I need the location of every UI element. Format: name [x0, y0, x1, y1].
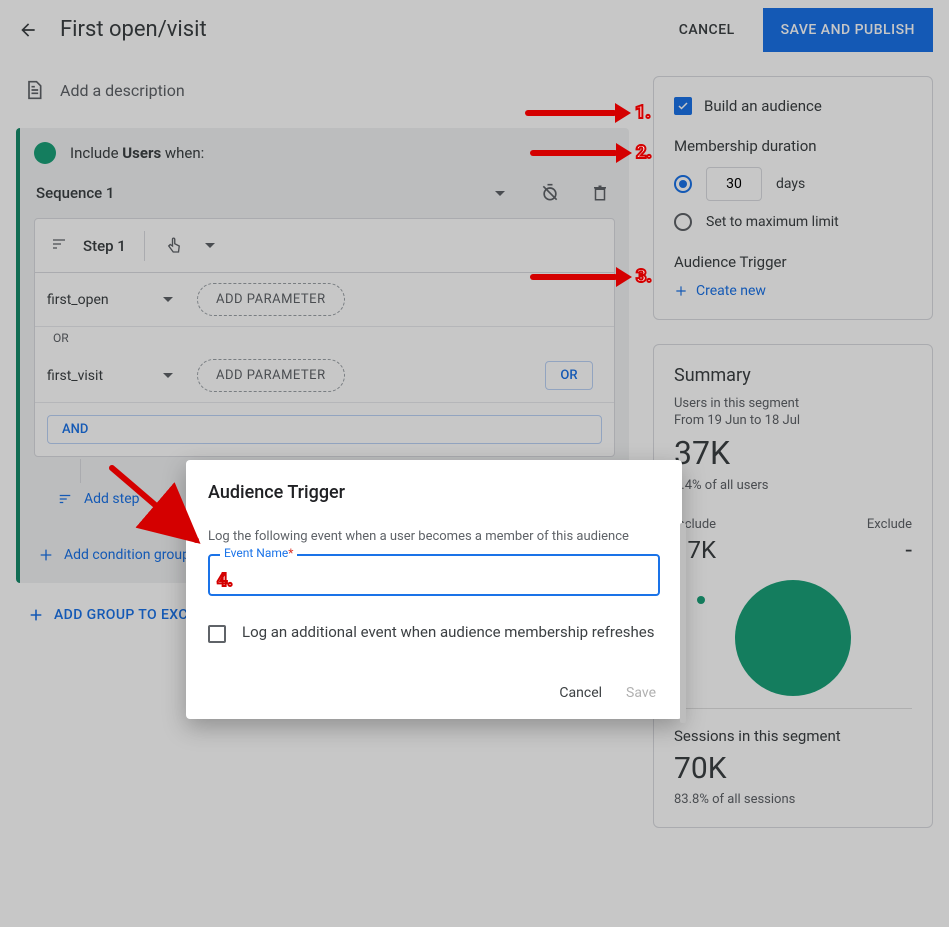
- save-publish-button[interactable]: SAVE AND PUBLISH: [763, 8, 933, 52]
- summary-users-pct: 1.4% of all users: [674, 478, 912, 493]
- event-name-field[interactable]: Event Name*: [208, 554, 660, 596]
- description-placeholder: Add a description: [60, 81, 185, 100]
- sessions-label: Sessions in this segment: [674, 727, 912, 745]
- build-audience-label: Build an audience: [704, 97, 822, 115]
- required-asterisk: *: [288, 546, 293, 560]
- audience-trigger-dialog: Audience Trigger Log the following event…: [186, 460, 682, 719]
- include-label: Include Users when:: [70, 144, 204, 162]
- plus-icon: [38, 547, 54, 563]
- summary-card: Summary Users in this segment From 19 Ju…: [653, 344, 933, 828]
- dialog-title: Audience Trigger: [208, 482, 660, 503]
- sequence-title: Sequence 1: [36, 184, 114, 202]
- dialog-cancel-button[interactable]: Cancel: [559, 685, 602, 701]
- cancel-button[interactable]: CANCEL: [663, 14, 751, 46]
- dialog-save-button[interactable]: Save: [626, 685, 656, 701]
- event-selector[interactable]: first_visit: [35, 358, 185, 394]
- check-icon: [677, 100, 689, 112]
- touch-icon[interactable]: [163, 235, 185, 257]
- log-refresh-label: Log an additional event when audience me…: [242, 622, 655, 643]
- exclude-label: Exclude: [867, 517, 912, 532]
- or-button[interactable]: OR: [545, 361, 592, 390]
- duration-days-input[interactable]: [706, 167, 762, 201]
- back-arrow-icon[interactable]: [16, 18, 40, 42]
- add-parameter-button[interactable]: ADD PARAMETER: [197, 359, 345, 392]
- event-name-input[interactable]: [210, 556, 658, 594]
- summary-users-value: 37K: [674, 434, 912, 472]
- dialog-hint: Log the following event when a user beco…: [208, 529, 660, 544]
- delete-icon[interactable]: [589, 182, 611, 204]
- summary-users-label: Users in this segment: [674, 396, 912, 411]
- duration-max-radio[interactable]: [674, 213, 692, 231]
- top-bar: First open/visit CANCEL SAVE AND PUBLISH: [0, 0, 949, 60]
- add-parameter-button[interactable]: ADD PARAMETER: [197, 283, 345, 316]
- event-name-label: Event Name: [224, 546, 288, 560]
- duration-days-radio[interactable]: [674, 175, 692, 193]
- pie-chart-icon: [735, 580, 851, 696]
- description-row[interactable]: Add a description: [16, 76, 629, 104]
- plus-icon: [674, 284, 688, 298]
- sessions-value: 70K: [674, 751, 912, 786]
- audience-trigger-label: Audience Trigger: [674, 253, 912, 271]
- summary-date-range: From 19 Jun to 18 Jul: [674, 413, 912, 428]
- plus-icon: [28, 607, 44, 623]
- summary-title: Summary: [674, 365, 912, 386]
- audience-settings-card: Build an audience Membership duration da…: [653, 76, 933, 320]
- membership-duration-label: Membership duration: [674, 137, 912, 155]
- exclude-value: -: [867, 536, 912, 564]
- step-action-dropdown-icon[interactable]: [199, 235, 221, 257]
- max-limit-label: Set to maximum limit: [706, 214, 839, 230]
- include-indicator-icon: [34, 142, 56, 164]
- create-new-trigger-link[interactable]: Create new: [674, 283, 912, 299]
- build-audience-checkbox[interactable]: [674, 97, 692, 115]
- sort-icon: [56, 492, 74, 506]
- sort-icon: [49, 236, 69, 256]
- timer-off-icon[interactable]: [539, 182, 561, 204]
- step-title: Step 1: [83, 237, 126, 255]
- sessions-pct: 83.8% of all sessions: [674, 792, 912, 807]
- or-separator: OR: [35, 327, 614, 349]
- days-label: days: [776, 176, 805, 192]
- sequence-options-icon[interactable]: [489, 182, 511, 204]
- and-button[interactable]: AND: [47, 415, 602, 444]
- log-refresh-checkbox[interactable]: [208, 625, 226, 643]
- page-title: First open/visit: [60, 17, 207, 42]
- event-selector[interactable]: first_open: [35, 282, 185, 318]
- step-card: Step 1 first_open ADD PARAMETER: [34, 218, 615, 457]
- description-icon: [24, 80, 44, 100]
